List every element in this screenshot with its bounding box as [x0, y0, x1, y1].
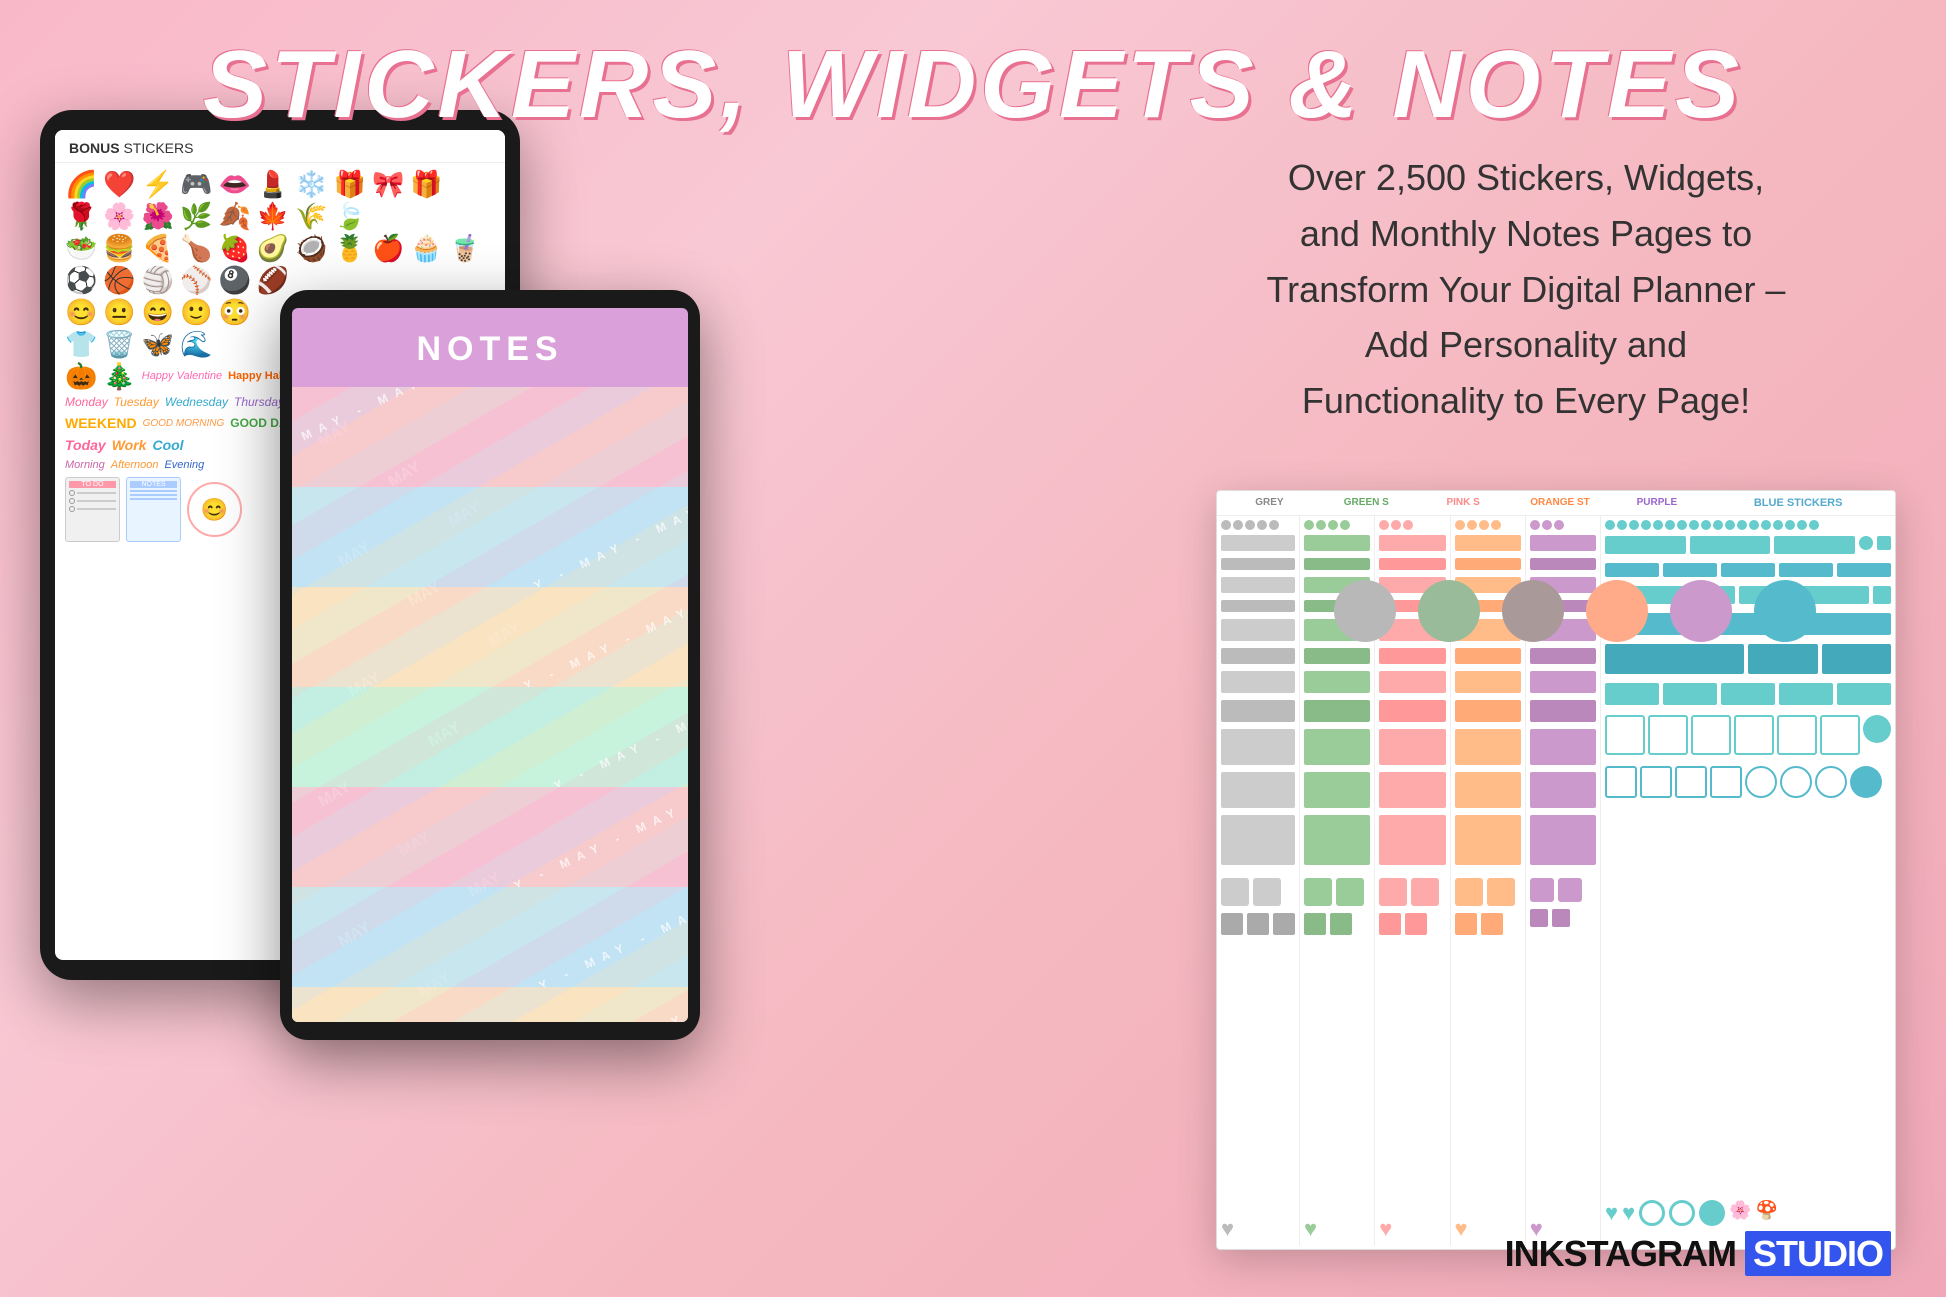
page-title: STICKERS, WIDGETS & NOTES: [0, 0, 1946, 140]
col-green: GREEN S: [1322, 497, 1411, 509]
sticker-row-2: 🌹 🌸 🌺 🌿 🍂 🍁 🌾 🍃: [65, 203, 495, 229]
tablet-middle: NOTES MAY MAY MAY MAY MAY: [280, 290, 700, 1040]
dot-purple: [1670, 580, 1732, 642]
col-pink: PINK S: [1419, 497, 1508, 509]
brand-studio: STUDIO: [1745, 1231, 1891, 1276]
col-orange: ORANGE ST: [1516, 497, 1605, 509]
notes-widget: NOTES: [126, 477, 181, 542]
dot-green: [1418, 580, 1480, 642]
col-grey: GREY: [1225, 497, 1314, 509]
col-blue: BLUE STICKERS: [1709, 497, 1887, 509]
dot-orange: [1586, 580, 1648, 642]
color-swatch-row: [1334, 580, 1816, 642]
circle-widget: 😊: [187, 482, 242, 537]
brand-inkstagram: INKSTAGRAM: [1505, 1233, 1736, 1274]
col-purple: PURPLE: [1612, 497, 1701, 509]
description-text: Over 2,500 Stickers, Widgets, and Monthl…: [1236, 150, 1816, 429]
dot-teal: [1754, 580, 1816, 642]
dot-mauve: [1502, 580, 1564, 642]
sheet-grey: ♥: [1217, 516, 1300, 1246]
sheet-header: GREY GREEN S PINK S ORANGE ST PURPLE BLU…: [1217, 491, 1895, 516]
sticker-row-1: 🌈 ❤️ ⚡ 🎮 👄 💄 ❄️ 🎁 🎀 🎁: [65, 171, 495, 197]
dot-grey: [1334, 580, 1396, 642]
todo-widget: TO DO: [65, 477, 120, 542]
notes-stripes: MAY MAY MAY MAY MAY MAY MAY MAY MAY MAY …: [292, 387, 688, 1022]
brand-logo: INKSTAGRAM STUDIO: [1505, 1233, 1891, 1275]
notes-header: NOTES: [292, 308, 688, 387]
tablet-middle-screen: NOTES MAY MAY MAY MAY MAY: [292, 308, 688, 1022]
sticker-row-3: 🥗 🍔 🍕 🍗 🍓 🥑 🥥 🍍 🍎 🧁 🧋: [65, 235, 495, 261]
